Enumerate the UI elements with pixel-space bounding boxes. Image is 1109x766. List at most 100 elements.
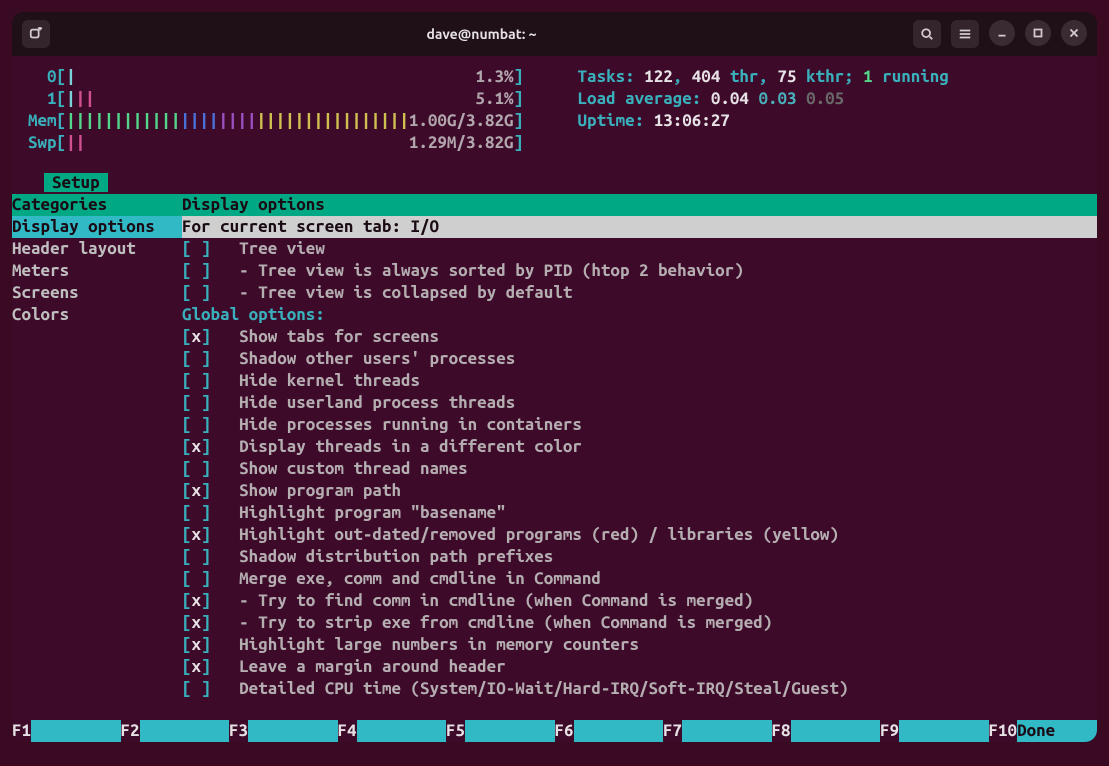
option-label: - Try to find comm in cmdline (when Comm… bbox=[239, 591, 753, 610]
option-row[interactable]: [ ] Hide processes running in containers bbox=[182, 414, 1097, 436]
sidebar-item-header-layout[interactable]: Header layout bbox=[12, 238, 182, 260]
f3-label[interactable] bbox=[248, 720, 337, 742]
option-label: Shadow distribution path prefixes bbox=[239, 547, 553, 566]
meters-panel: 0[| 1.3%] Tasks: 122, 404 thr, 75 kthr; … bbox=[12, 66, 1097, 154]
option-row[interactable]: [ ] Tree view bbox=[182, 238, 1097, 260]
mem-label: Mem bbox=[28, 111, 57, 130]
categories-sidebar: Categories Display options Header layout… bbox=[12, 194, 182, 700]
setup-label[interactable]: Setup bbox=[44, 173, 108, 192]
f10-key[interactable]: F10 bbox=[989, 720, 1018, 742]
f3-key[interactable]: F3 bbox=[229, 720, 248, 742]
hamburger-menu-button[interactable] bbox=[951, 20, 979, 48]
terminal-window: dave@numbat: ~ 0[| bbox=[12, 12, 1097, 742]
f5-label[interactable] bbox=[465, 720, 554, 742]
sidebar-item-screens[interactable]: Screens bbox=[12, 282, 182, 304]
minimize-button[interactable] bbox=[989, 20, 1015, 46]
option-row[interactable]: [ ] - Tree view is always sorted by PID … bbox=[182, 260, 1097, 282]
f9-label[interactable] bbox=[899, 720, 988, 742]
option-label: - Try to strip exe from cmdline (when Co… bbox=[239, 613, 772, 632]
option-label: Display threads in a different color bbox=[239, 437, 582, 456]
option-row[interactable]: [x] Highlight out-dated/removed programs… bbox=[182, 524, 1097, 546]
cpu0-pct: 1.3% bbox=[475, 67, 513, 86]
option-row[interactable]: [x] - Try to strip exe from cmdline (whe… bbox=[182, 612, 1097, 634]
option-row[interactable]: [x] - Try to find comm in cmdline (when … bbox=[182, 590, 1097, 612]
option-label: Hide kernel threads bbox=[239, 371, 420, 390]
cpu1-label: 1 bbox=[47, 89, 57, 108]
option-row[interactable]: [ ] Highlight program "basename" bbox=[182, 502, 1097, 524]
option-row[interactable]: [x] Leave a margin around header bbox=[182, 656, 1097, 678]
option-label: Show program path bbox=[239, 481, 401, 500]
option-row[interactable]: [ ] Shadow other users' processes bbox=[182, 348, 1097, 370]
option-label: Hide userland process threads bbox=[239, 393, 515, 412]
sidebar-item-display-options[interactable]: Display options bbox=[12, 216, 182, 238]
global-section-header: Global options: bbox=[182, 304, 1097, 326]
option-row[interactable]: [x] Show program path bbox=[182, 480, 1097, 502]
f8-label[interactable] bbox=[791, 720, 880, 742]
option-row[interactable]: [ ] Hide kernel threads bbox=[182, 370, 1097, 392]
f10-label[interactable]: Done bbox=[1017, 720, 1097, 742]
option-label: Shadow other users' processes bbox=[239, 349, 515, 368]
option-row[interactable]: [ ] Show custom thread names bbox=[182, 458, 1097, 480]
f1-key[interactable]: F1 bbox=[12, 720, 31, 742]
option-label: Show custom thread names bbox=[239, 459, 467, 478]
option-label: Leave a margin around header bbox=[239, 657, 506, 676]
option-label: Show tabs for screens bbox=[239, 327, 439, 346]
la1: 0.04 bbox=[711, 89, 749, 108]
la15: 0.05 bbox=[806, 89, 844, 108]
option-label: Hide processes running in containers bbox=[239, 415, 582, 434]
sidebar-item-meters[interactable]: Meters bbox=[12, 260, 182, 282]
option-row[interactable]: [x] Highlight large numbers in memory co… bbox=[182, 634, 1097, 656]
f6-key[interactable]: F6 bbox=[555, 720, 574, 742]
f8-key[interactable]: F8 bbox=[772, 720, 791, 742]
option-row[interactable]: [x] Display threads in a different color bbox=[182, 436, 1097, 458]
tasks-count: 122 bbox=[644, 67, 673, 86]
options-subheader: For current screen tab: I/O bbox=[182, 216, 1097, 238]
setup-tab: Setup bbox=[44, 172, 1097, 194]
maximize-button[interactable] bbox=[1025, 20, 1051, 46]
option-label: Tree view bbox=[239, 239, 325, 258]
close-button[interactable] bbox=[1061, 20, 1087, 46]
options-panel: Display options For current screen tab: … bbox=[182, 194, 1097, 700]
search-button[interactable] bbox=[913, 20, 941, 48]
option-label: Highlight program "basename" bbox=[239, 503, 506, 522]
option-row[interactable]: [x] Show tabs for screens bbox=[182, 326, 1097, 348]
thr-count: 404 bbox=[692, 67, 721, 86]
option-row[interactable]: [ ] Detailed CPU time (System/IO-Wait/Ha… bbox=[182, 678, 1097, 700]
option-row[interactable]: [ ] - Tree view is collapsed by default bbox=[182, 282, 1097, 304]
option-label: - Tree view is collapsed by default bbox=[239, 283, 572, 302]
f7-key[interactable]: F7 bbox=[663, 720, 682, 742]
option-label: Highlight large numbers in memory counte… bbox=[239, 635, 639, 654]
la5: 0.03 bbox=[758, 89, 796, 108]
f2-key[interactable]: F2 bbox=[121, 720, 140, 742]
window-title: dave@numbat: ~ bbox=[50, 26, 913, 42]
f1-label[interactable] bbox=[31, 720, 120, 742]
f9-key[interactable]: F9 bbox=[880, 720, 899, 742]
sidebar-item-colors[interactable]: Colors bbox=[12, 304, 182, 326]
new-tab-button[interactable] bbox=[22, 20, 50, 48]
option-row[interactable]: [ ] Merge exe, comm and cmdline in Comma… bbox=[182, 568, 1097, 590]
option-row[interactable]: [ ] Shadow distribution path prefixes bbox=[182, 546, 1097, 568]
terminal-content[interactable]: 0[| 1.3%] Tasks: 122, 404 thr, 75 kthr; … bbox=[12, 56, 1097, 742]
titlebar: dave@numbat: ~ bbox=[12, 12, 1097, 56]
f2-label[interactable] bbox=[140, 720, 229, 742]
option-label: - Tree view is always sorted by PID (hto… bbox=[239, 261, 744, 280]
uptime-value: 13:06:27 bbox=[654, 111, 730, 130]
categories-header: Categories bbox=[12, 194, 182, 216]
running-count: 1 bbox=[863, 67, 873, 86]
cpu0-label: 0 bbox=[47, 67, 57, 86]
mem-text: 1.00G/3.82G bbox=[409, 111, 514, 130]
swp-label: Swp bbox=[28, 133, 57, 152]
f4-key[interactable]: F4 bbox=[338, 720, 357, 742]
f5-key[interactable]: F5 bbox=[446, 720, 465, 742]
f7-label[interactable] bbox=[682, 720, 771, 742]
function-key-footer: F1 F2 F3 F4 F5 F6 F7 F8 F9 F10Done bbox=[12, 720, 1097, 742]
kthr-count: 75 bbox=[777, 67, 796, 86]
uptime-label: Uptime: bbox=[578, 111, 654, 130]
f6-label[interactable] bbox=[574, 720, 663, 742]
option-label: Highlight out-dated/removed programs (re… bbox=[239, 525, 839, 544]
option-label: Merge exe, comm and cmdline in Command bbox=[239, 569, 601, 588]
option-row[interactable]: [ ] Hide userland process threads bbox=[182, 392, 1097, 414]
f4-label[interactable] bbox=[357, 720, 446, 742]
load-label: Load average: bbox=[578, 89, 711, 108]
tasks-label: Tasks: bbox=[578, 67, 645, 86]
